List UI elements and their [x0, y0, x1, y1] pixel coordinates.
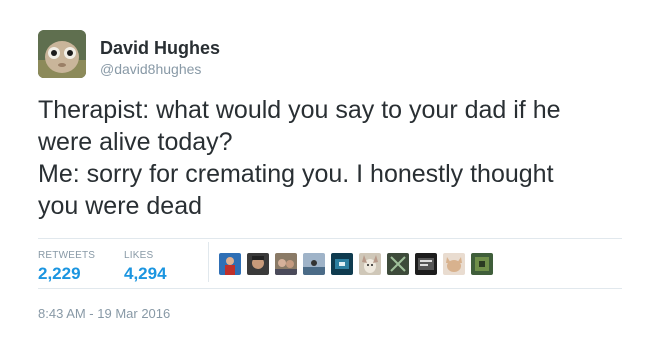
retweets-label: RETWEETS: [38, 250, 96, 261]
author-username[interactable]: @david8hughes: [100, 61, 201, 77]
liker-avatar-10-icon[interactable]: [470, 252, 494, 276]
author-display-name[interactable]: David Hughes: [100, 38, 220, 59]
tweet-text-line: Me: sorry for cremating you. I honestly …: [38, 160, 554, 188]
tweet-text: Therapist: what would you say to your da…: [38, 94, 638, 222]
liker-avatar-4-icon[interactable]: [302, 252, 326, 276]
tweet-timestamp[interactable]: 8:43 AM - 19 Mar 2016: [38, 306, 170, 321]
liker-avatar-5-icon[interactable]: [330, 252, 354, 276]
liker-avatar-1-icon[interactable]: [218, 252, 242, 276]
author-avatar[interactable]: [38, 30, 86, 78]
tweet-card: David Hughes @david8hughes Therapist: wh…: [0, 0, 660, 338]
tweet-text-line: Therapist: what would you say to your da…: [38, 96, 561, 124]
retweets-count[interactable]: 2,229: [38, 264, 95, 284]
likes-stat[interactable]: LIKES 4,294: [124, 250, 167, 284]
likes-label: LIKES: [124, 250, 154, 261]
avatar-photo-icon: [38, 30, 86, 78]
stats-separator: [208, 242, 209, 282]
liker-avatar-7-icon[interactable]: [386, 252, 410, 276]
liker-avatar-2-icon[interactable]: [246, 252, 270, 276]
retweets-stat[interactable]: RETWEETS 2,229: [38, 250, 95, 284]
tweet-text-line: were alive today?: [38, 128, 233, 156]
likes-count[interactable]: 4,294: [124, 264, 167, 284]
divider: [38, 288, 622, 289]
liker-avatar-8-icon[interactable]: [414, 252, 438, 276]
liker-avatar-3-icon[interactable]: [274, 252, 298, 276]
liker-avatar-9-icon[interactable]: [442, 252, 466, 276]
tweet-text-line: you were dead: [38, 192, 203, 220]
divider: [38, 238, 622, 239]
liker-avatar-6-icon[interactable]: [358, 252, 382, 276]
